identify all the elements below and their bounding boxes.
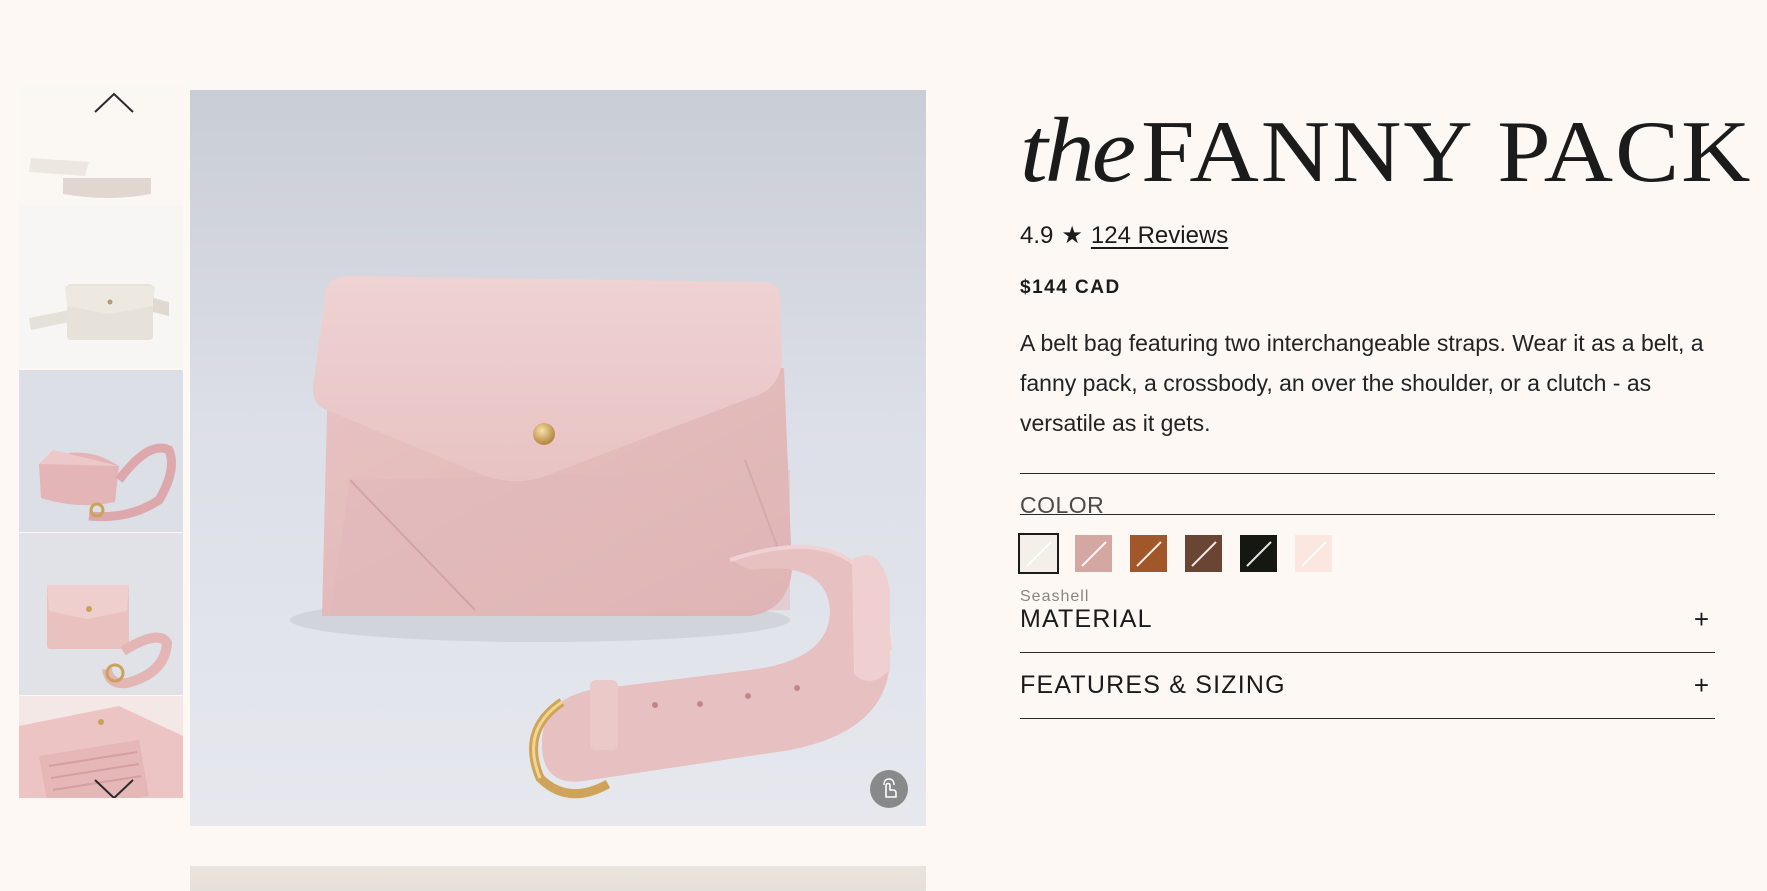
- product-info: theFANNY PACK 4.9 ★ 124 Reviews $144 CAD…: [1018, 99, 1750, 719]
- thumbnail-rail: [19, 86, 183, 798]
- thumbnail-image: [19, 370, 183, 532]
- accordion-label: MATERIAL: [1020, 605, 1153, 633]
- hand-pointer-icon: [883, 778, 897, 798]
- accordion-features-sizing[interactable]: FEATURES & SIZING +: [1020, 653, 1715, 719]
- thumbnail-image: [19, 206, 183, 368]
- plus-icon: +: [1693, 670, 1709, 700]
- color-swatch-chocolate[interactable]: [1185, 535, 1222, 572]
- color-swatch-black[interactable]: [1240, 535, 1277, 572]
- chevron-down-icon: [94, 779, 134, 798]
- zoom-button[interactable]: [870, 770, 908, 808]
- color-divider: [1020, 514, 1715, 515]
- title-name: FANNY PACK: [1141, 101, 1753, 201]
- product-title: theFANNY PACK: [1020, 99, 1750, 202]
- color-swatch-seashell[interactable]: [1018, 533, 1059, 574]
- secondary-product-image[interactable]: [190, 866, 926, 891]
- product-photo: [190, 90, 926, 826]
- product-accordion: MATERIAL + FEATURES & SIZING +: [1020, 587, 1715, 719]
- title-prefix: the: [1020, 99, 1136, 202]
- reviews-link[interactable]: 124 Reviews: [1091, 221, 1228, 251]
- thumbnail-4[interactable]: [19, 533, 183, 695]
- color-swatch-blush[interactable]: [1075, 535, 1112, 572]
- color-swatch-pale-pink[interactable]: [1295, 535, 1332, 572]
- accordion-label: FEATURES & SIZING: [1020, 671, 1286, 699]
- color-swatch-cognac[interactable]: [1130, 535, 1167, 572]
- thumbnail-2[interactable]: [19, 206, 183, 368]
- accordion-material[interactable]: MATERIAL +: [1020, 587, 1715, 653]
- rating-value: 4.9: [1020, 222, 1054, 249]
- thumbnails-down-button[interactable]: [93, 776, 135, 798]
- star-icon: ★: [1061, 222, 1083, 249]
- thumbnail-3[interactable]: [19, 370, 183, 532]
- thumbnail-image: [19, 533, 183, 695]
- main-product-image[interactable]: [190, 90, 926, 826]
- product-description: A belt bag featuring two interchangeable…: [1020, 330, 1704, 436]
- color-swatches: [1018, 533, 1715, 574]
- product-price: $144 CAD: [1020, 277, 1121, 298]
- thumbnails-up-button[interactable]: [93, 90, 135, 116]
- chevron-up-icon: [94, 92, 134, 113]
- color-section: COLOR Seashell: [1018, 473, 1715, 605]
- rating-summary: 4.9 ★ 124 Reviews: [1020, 221, 1715, 251]
- plus-icon: +: [1693, 604, 1709, 634]
